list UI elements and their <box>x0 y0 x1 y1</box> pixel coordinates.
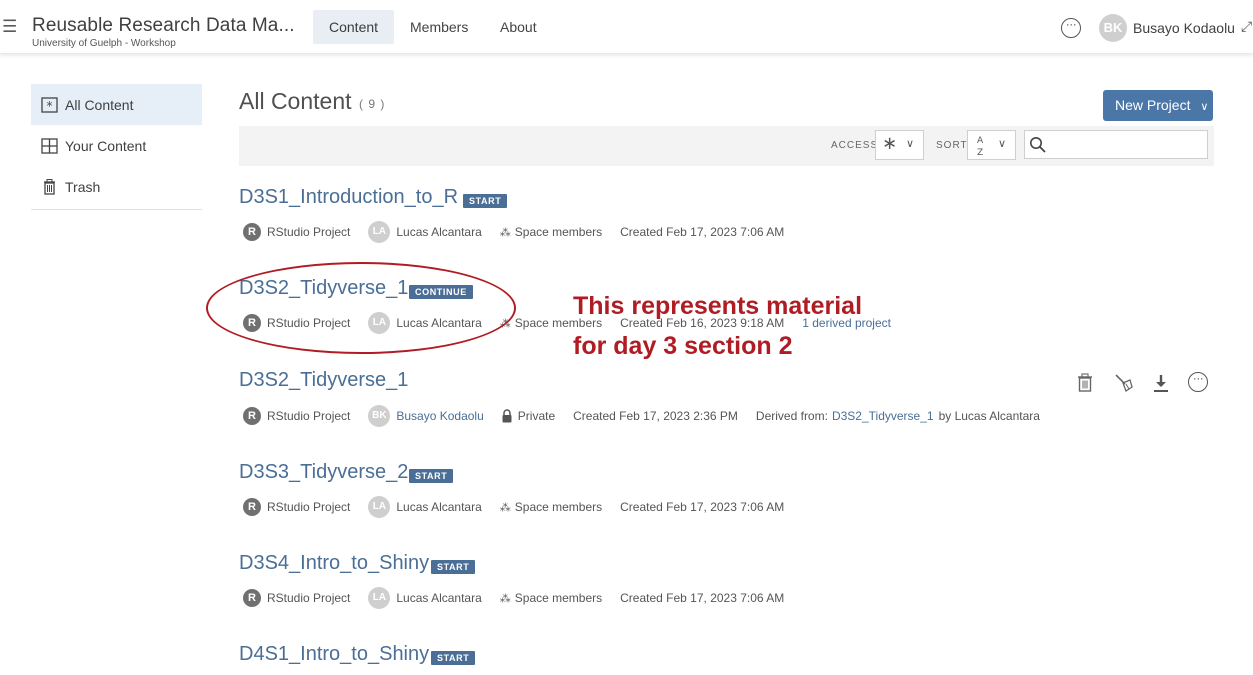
project-meta: R RStudio Project BK Busayo Kodaolu Priv… <box>243 405 1040 427</box>
project-access: Space members <box>514 591 603 605</box>
project-owner[interactable]: Busayo Kodaolu <box>396 409 483 423</box>
asterisk-icon: ∗ <box>882 133 898 153</box>
svg-text:Z: Z <box>977 148 983 157</box>
project-title[interactable]: D3S3_Tidyverse_2 <box>239 461 408 484</box>
rstudio-icon: R <box>243 223 261 241</box>
grid-icon <box>41 137 58 154</box>
owner-avatar: BK <box>368 405 391 427</box>
project-created: Created Feb 17, 2023 7:06 AM <box>620 591 785 605</box>
more-options-icon[interactable]: ··· <box>1061 18 1081 38</box>
project-created: Created Feb 17, 2023 2:36 PM <box>573 409 738 423</box>
space-subtitle: University of Guelph - Workshop <box>32 38 176 49</box>
user-avatar[interactable]: BK <box>1099 14 1127 42</box>
access-filter-dropdown[interactable]: ∗ ∨ <box>875 130 924 160</box>
sidebar-item-label: Trash <box>65 178 101 195</box>
start-badge[interactable]: START <box>431 651 476 665</box>
content-count: ( 9 ) <box>359 97 386 111</box>
sidebar-item-all-content[interactable]: * All Content <box>31 84 202 125</box>
lock-icon <box>502 409 512 423</box>
more-options-icon[interactable]: ··· <box>1188 372 1208 392</box>
search-icon <box>1030 137 1046 153</box>
start-badge[interactable]: START <box>409 469 454 483</box>
sidebar-item-label: Your Content <box>65 137 147 154</box>
top-bar: ☰ Reusable Research Data Ma... Universit… <box>0 0 1253 54</box>
page-title: All Content <box>239 88 352 114</box>
derived-from-link[interactable]: D3S2_Tidyverse_1 <box>832 409 934 423</box>
project-title[interactable]: D4S1_Intro_to_Shiny <box>239 643 429 666</box>
project-created: Created Feb 17, 2023 7:06 AM <box>620 225 785 239</box>
rstudio-icon: R <box>243 589 261 607</box>
tab-content[interactable]: Content <box>313 10 395 44</box>
space-members-icon: ⁂ <box>499 501 511 514</box>
access-label: ACCESS <box>831 140 879 151</box>
sidebar-item-trash[interactable]: Trash <box>31 166 202 207</box>
project-created: Created Feb 17, 2023 7:06 AM <box>620 500 785 514</box>
trash-icon <box>44 178 55 195</box>
project-title[interactable]: D3S4_Intro_to_Shiny <box>239 552 429 575</box>
chevron-down-icon: ∨ <box>998 138 1007 150</box>
user-name[interactable]: Busayo Kodaolu <box>1133 20 1235 36</box>
project-access: Space members <box>514 225 603 239</box>
trash-icon[interactable] <box>1074 372 1096 394</box>
space-members-icon: ⁂ <box>499 226 511 239</box>
project-type: RStudio Project <box>267 500 351 514</box>
project-type: RStudio Project <box>267 225 351 239</box>
tab-about[interactable]: About <box>484 10 553 44</box>
annotation-line-1: This represents material <box>573 292 863 320</box>
project-meta: R RStudio Project LA Lucas Alcantara ⁂ S… <box>243 496 785 518</box>
new-project-label: New Project <box>1115 97 1191 113</box>
filter-bar: ACCESS ∗ ∨ SORT A Z ∨ <box>239 126 1214 166</box>
broom-icon[interactable] <box>1113 372 1135 394</box>
project-title[interactable]: D3S2_Tidyverse_1 <box>239 369 408 392</box>
chevron-down-icon: ∨ <box>906 138 915 150</box>
annotation-text: This represents material for day 3 secti… <box>573 286 933 366</box>
sort-label: SORT <box>936 140 968 151</box>
collapse-icon[interactable]: ⤢ <box>1241 18 1252 35</box>
rstudio-icon: R <box>243 498 261 516</box>
annotation-line-2: for day 3 section 2 <box>573 332 793 360</box>
space-members-icon: ⁂ <box>499 592 511 605</box>
tab-members[interactable]: Members <box>394 10 484 44</box>
project-owner: Lucas Alcantara <box>396 591 482 605</box>
project-access: Private <box>517 409 556 423</box>
new-project-button[interactable]: New Project ∨ <box>1103 90 1213 121</box>
sidebar-item-label: All Content <box>65 96 134 113</box>
rstudio-icon: R <box>243 407 261 425</box>
project-type: RStudio Project <box>267 591 351 605</box>
project-owner: Lucas Alcantara <box>396 225 482 239</box>
svg-text:*: * <box>47 99 53 113</box>
owner-avatar: LA <box>368 496 391 518</box>
project-title[interactable]: D3S1_Introduction_to_R <box>239 186 458 209</box>
start-badge[interactable]: START <box>463 194 508 208</box>
svg-text:A: A <box>977 136 984 146</box>
derived-by: by Lucas Alcantara <box>938 409 1040 423</box>
hamburger-menu-icon[interactable]: ☰ <box>2 17 17 37</box>
project-owner: Lucas Alcantara <box>396 500 482 514</box>
search-input[interactable] <box>1024 130 1208 159</box>
sidebar-divider <box>31 209 202 210</box>
owner-avatar: LA <box>368 587 391 609</box>
project-meta: R RStudio Project LA Lucas Alcantara ⁂ S… <box>243 587 785 609</box>
chevron-down-icon: ∨ <box>1200 101 1209 113</box>
space-title[interactable]: Reusable Research Data Ma... <box>32 15 295 37</box>
highlight-ellipse <box>206 262 516 354</box>
owner-avatar: LA <box>368 221 391 243</box>
project-meta: R RStudio Project LA Lucas Alcantara ⁂ S… <box>243 221 785 243</box>
sidebar-item-your-content[interactable]: Your Content <box>31 125 202 166</box>
project-type: RStudio Project <box>267 409 351 423</box>
sort-dropdown[interactable]: A Z ∨ <box>967 130 1016 160</box>
start-badge[interactable]: START <box>431 560 476 574</box>
sidebar: * All Content Your Content Trash <box>31 84 202 210</box>
download-icon[interactable] <box>1150 372 1172 394</box>
derived-from-label: Derived from: <box>755 409 828 423</box>
project-access: Space members <box>514 500 603 514</box>
sort-az-icon: A Z <box>977 136 984 157</box>
asterisk-box-icon: * <box>41 96 58 113</box>
